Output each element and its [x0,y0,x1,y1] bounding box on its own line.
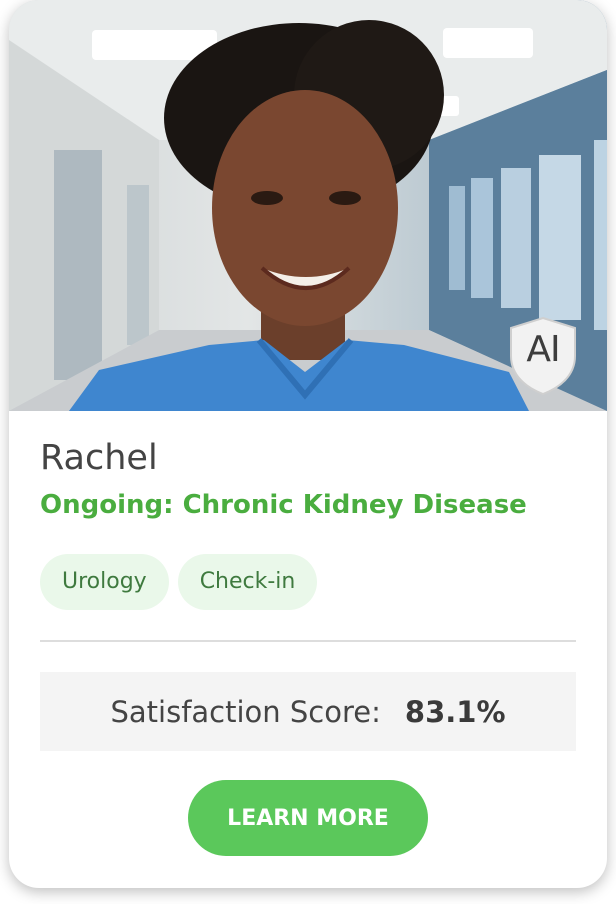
tag-list: Urology Check-in [40,554,318,610]
ai-badge-label: AI [526,329,560,370]
ai-badge: AI [509,316,577,396]
tag-urology: Urology [40,554,169,610]
profile-name: Rachel [40,438,158,478]
satisfaction-score-value: 83.1% [404,694,506,729]
satisfaction-score-box: Satisfaction Score: 83.1% [40,672,576,751]
learn-more-button[interactable]: LEARN MORE [188,780,428,856]
profile-card: AI Rachel Ongoing: Chronic Kidney Diseas… [9,0,607,888]
condition-status: Ongoing: Chronic Kidney Disease [40,490,527,520]
satisfaction-score-label: Satisfaction Score: [110,694,381,729]
tag-check-in: Check-in [177,554,318,610]
profile-photo: AI [9,0,607,411]
divider [40,640,576,642]
